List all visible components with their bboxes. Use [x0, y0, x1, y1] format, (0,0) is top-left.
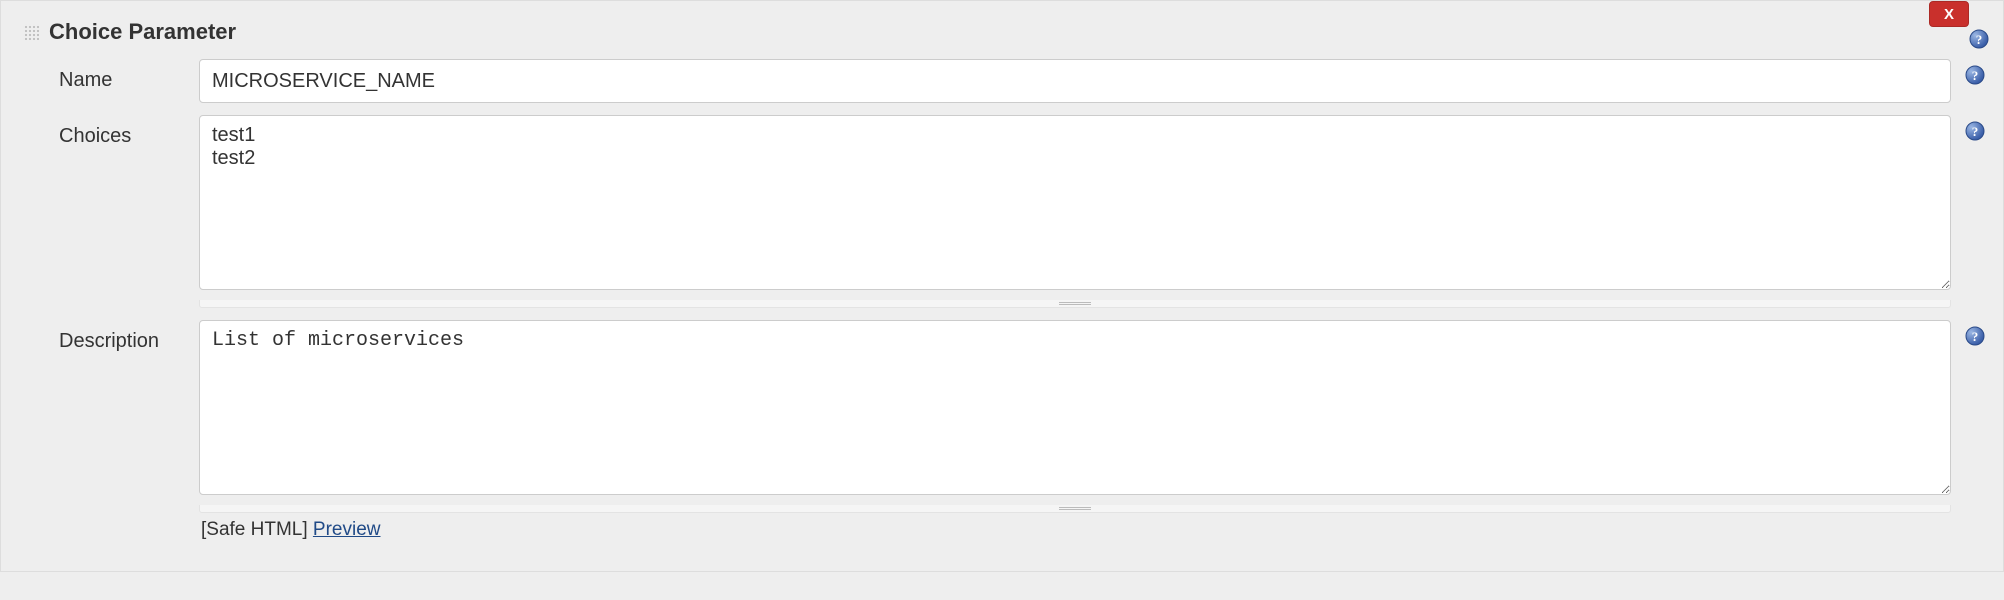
resize-gripper[interactable] [199, 300, 1951, 308]
help-icon[interactable]: ? [1965, 65, 1985, 85]
choices-label: Choices [59, 115, 199, 148]
description-footer: [Safe HTML] Preview [1, 519, 2003, 541]
svg-text:?: ? [1972, 68, 1979, 83]
close-button[interactable]: X [1929, 1, 1969, 27]
help-icon[interactable]: ? [1965, 326, 1985, 346]
safe-html-label: [Safe HTML] [201, 519, 313, 540]
panel-title: Choice Parameter [49, 19, 236, 45]
name-row: Name ? [1, 53, 2003, 109]
name-input[interactable] [199, 59, 1951, 103]
help-icon[interactable]: ? [1969, 29, 1989, 49]
choice-parameter-panel: X Choice Parameter ? Name ? [0, 0, 2004, 572]
panel-header: Choice Parameter [1, 1, 2003, 53]
description-label: Description [59, 320, 199, 353]
drag-handle-icon[interactable] [23, 24, 39, 40]
choices-textarea[interactable] [199, 115, 1951, 290]
svg-text:?: ? [1976, 32, 1983, 47]
name-label: Name [59, 59, 199, 92]
close-button-label: X [1944, 6, 1954, 23]
description-row: Description ? [1, 314, 2003, 519]
help-icon[interactable]: ? [1965, 121, 1985, 141]
description-textarea[interactable] [199, 320, 1951, 495]
choices-row: Choices ? [1, 109, 2003, 314]
resize-gripper[interactable] [199, 505, 1951, 513]
svg-text:?: ? [1972, 329, 1979, 344]
svg-text:?: ? [1972, 124, 1979, 139]
preview-link[interactable]: Preview [313, 519, 381, 540]
